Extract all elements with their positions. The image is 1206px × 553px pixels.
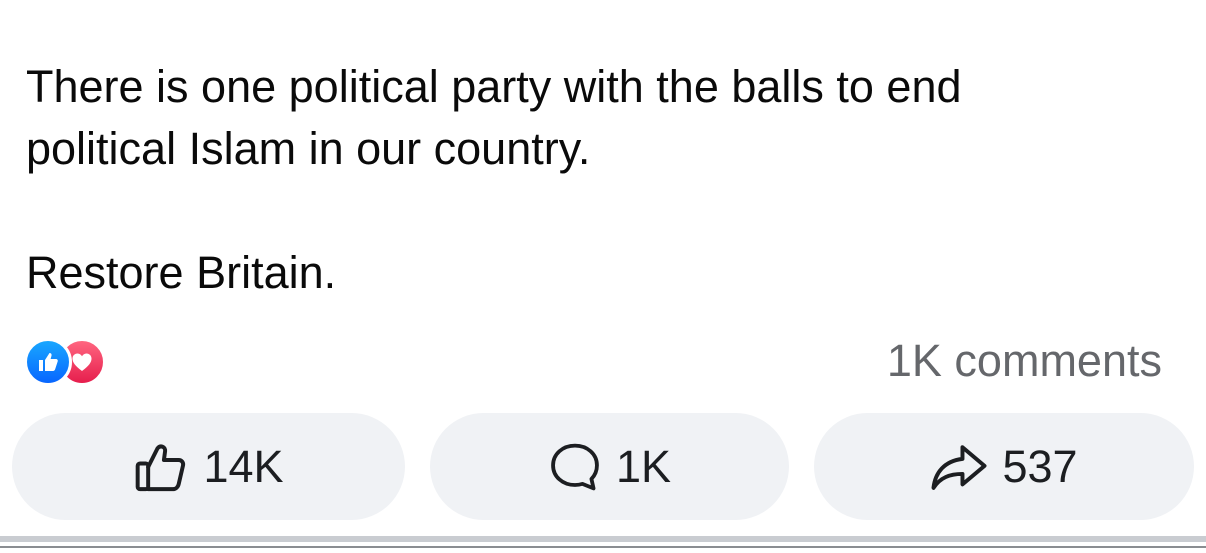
reaction-summary[interactable]	[24, 338, 124, 386]
divider-line	[0, 546, 1206, 548]
comment-button[interactable]: 1K	[430, 413, 789, 520]
post-text-line: There is one political party with the ba…	[26, 61, 962, 112]
comment-bubble-icon	[551, 443, 599, 490]
post-text-line: political Islam in our country.	[26, 123, 591, 174]
like-reaction-icon	[24, 338, 72, 386]
comments-count-link[interactable]: 1K comments	[887, 334, 1162, 388]
like-button[interactable]: 14K	[12, 413, 405, 520]
post-text-line: Restore Britain.	[26, 247, 337, 298]
post-divider	[0, 536, 1206, 542]
post-body: There is one political party with the ba…	[26, 56, 1166, 304]
share-arrow-icon	[931, 444, 987, 490]
share-button[interactable]: 537	[814, 413, 1194, 520]
share-count: 537	[1002, 440, 1078, 492]
thumbs-up-icon	[136, 444, 186, 491]
like-count: 14K	[203, 440, 284, 492]
comment-count: 1K	[615, 440, 672, 492]
